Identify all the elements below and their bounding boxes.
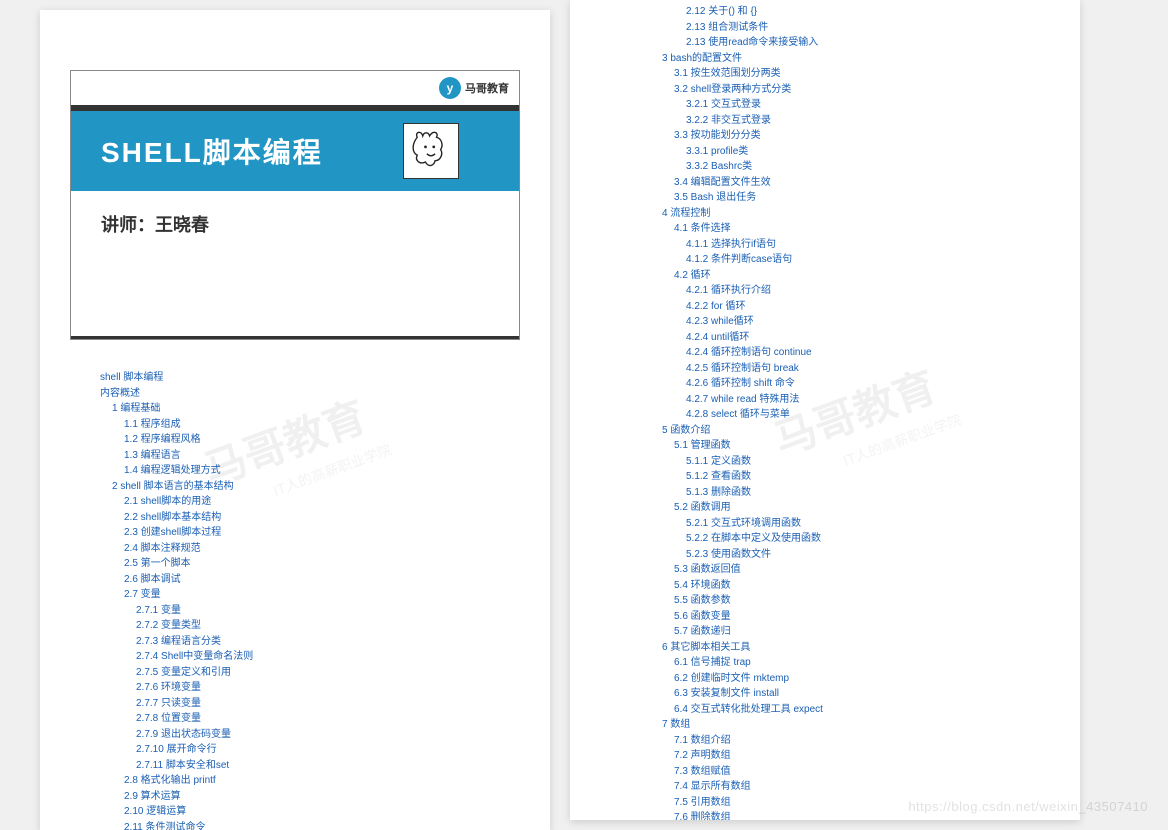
toc-link[interactable]: 7.1 数组介绍 <box>674 733 1040 749</box>
toc-link[interactable]: 5.3 函数返回值 <box>674 562 1040 578</box>
toc-link[interactable]: 2.13 组合测试条件 <box>686 20 1040 36</box>
toc-link[interactable]: 4.2.5 循环控制语句 break <box>686 361 1040 377</box>
document-container: y 马哥教育 SHELL脚本编程 讲师：王晓春 马哥教育 IT人的 <box>0 0 1168 830</box>
toc-link[interactable]: 1.2 程序编程风格 <box>124 432 510 448</box>
toc-link[interactable]: 1.4 编程逻辑处理方式 <box>124 463 510 479</box>
toc-link[interactable]: 4.2.1 循环执行介绍 <box>686 283 1040 299</box>
toc-link[interactable]: 2.7.6 环境变量 <box>136 680 510 696</box>
toc-link[interactable]: 内容概述 <box>100 386 510 402</box>
toc-left: shell 脚本编程内容概述1 编程基础1.1 程序组成1.2 程序编程风格1.… <box>40 360 550 830</box>
slide-footer-line <box>71 336 519 339</box>
instructor-label: 讲师：王晓春 <box>71 191 519 257</box>
toc-link[interactable]: 6.4 交互式转化批处理工具 expect <box>674 702 1040 718</box>
toc-link[interactable]: 5 函数介绍 <box>662 423 1040 439</box>
toc-link[interactable]: 2.7.5 变量定义和引用 <box>136 665 510 681</box>
toc-link[interactable]: 3.3 按功能划分分类 <box>674 128 1040 144</box>
toc-link[interactable]: 1 编程基础 <box>112 401 510 417</box>
toc-link[interactable]: 4.1.2 条件判断case语句 <box>686 252 1040 268</box>
page-left: y 马哥教育 SHELL脚本编程 讲师：王晓春 马哥教育 IT人的 <box>40 10 550 830</box>
toc-link[interactable]: 1.1 程序组成 <box>124 417 510 433</box>
slide-title-band: SHELL脚本编程 <box>71 111 519 191</box>
toc-link[interactable]: 3.5 Bash 退出任务 <box>674 190 1040 206</box>
toc-link[interactable]: 3.3.1 profile类 <box>686 144 1040 160</box>
toc-link[interactable]: 5.4 环境函数 <box>674 578 1040 594</box>
toc-link[interactable]: 2.7.8 位置变量 <box>136 711 510 727</box>
toc-link[interactable]: 6 其它脚本相关工具 <box>662 640 1040 656</box>
toc-link[interactable]: 2.10 逻辑运算 <box>124 804 510 820</box>
logo-text: 马哥教育 <box>465 80 509 96</box>
slide-topbar: y 马哥教育 <box>71 71 519 111</box>
toc-link[interactable]: 6.2 创建临时文件 mktemp <box>674 671 1040 687</box>
toc-link[interactable]: 4.2.6 循环控制 shift 命令 <box>686 376 1040 392</box>
toc-link[interactable]: 3 bash的配置文件 <box>662 51 1040 67</box>
toc-link[interactable]: 2.13 使用read命令来接受输入 <box>686 35 1040 51</box>
toc-right: 2.12 关于() 和 {}2.13 组合测试条件2.13 使用read命令来接… <box>570 0 1080 820</box>
toc-link[interactable]: 7.2 声明数组 <box>674 748 1040 764</box>
toc-link[interactable]: 2.7.7 只读变量 <box>136 696 510 712</box>
toc-link[interactable]: 2.7.11 脚本安全和set <box>136 758 510 774</box>
toc-link[interactable]: 7 数组 <box>662 717 1040 733</box>
toc-link[interactable]: 5.7 函数递归 <box>674 624 1040 640</box>
toc-link[interactable]: 2.7.1 变量 <box>136 603 510 619</box>
toc-link[interactable]: 3.2.1 交互式登录 <box>686 97 1040 113</box>
toc-link[interactable]: 2.6 脚本调试 <box>124 572 510 588</box>
toc-link[interactable]: 7.3 数组赋值 <box>674 764 1040 780</box>
toc-link[interactable]: 4.2.3 while循环 <box>686 314 1040 330</box>
toc-link[interactable]: 4 流程控制 <box>662 206 1040 222</box>
slide-title: SHELL脚本编程 <box>101 131 323 171</box>
toc-link[interactable]: 3.2.2 非交互式登录 <box>686 113 1040 129</box>
slide-header-card: y 马哥教育 SHELL脚本编程 讲师：王晓春 <box>70 70 520 340</box>
toc-link[interactable]: 2.1 shell脚本的用途 <box>124 494 510 510</box>
toc-link[interactable]: 5.5 函数参数 <box>674 593 1040 609</box>
toc-link[interactable]: 5.2.1 交互式环境调用函数 <box>686 516 1040 532</box>
toc-link[interactable]: 5.2.3 使用函数文件 <box>686 547 1040 563</box>
toc-link[interactable]: 5.2 函数调用 <box>674 500 1040 516</box>
toc-link[interactable]: 3.3.2 Bashrc类 <box>686 159 1040 175</box>
toc-link[interactable]: 2.7.10 展开命令行 <box>136 742 510 758</box>
toc-link[interactable]: 2.12 关于() 和 {} <box>686 4 1040 20</box>
toc-link[interactable]: 3.4 编辑配置文件生效 <box>674 175 1040 191</box>
toc-link[interactable]: 2.8 格式化输出 printf <box>124 773 510 789</box>
toc-link[interactable]: 1.3 编程语言 <box>124 448 510 464</box>
toc-link[interactable]: 2.7.2 变量类型 <box>136 618 510 634</box>
toc-link[interactable]: 5.1.2 查看函数 <box>686 469 1040 485</box>
gnu-icon <box>403 123 459 179</box>
toc-link[interactable]: 4.2.2 for 循环 <box>686 299 1040 315</box>
toc-link[interactable]: 4.2 循环 <box>674 268 1040 284</box>
toc-link[interactable]: 3.2 shell登录两种方式分类 <box>674 82 1040 98</box>
toc-link[interactable]: 4.2.4 until循环 <box>686 330 1040 346</box>
toc-link[interactable]: 2.5 第一个脚本 <box>124 556 510 572</box>
toc-link[interactable]: 5.1.3 删除函数 <box>686 485 1040 501</box>
logo-icon: y <box>439 77 461 99</box>
toc-link[interactable]: 4.1.1 选择执行if语句 <box>686 237 1040 253</box>
footer-watermark: https://blog.csdn.net/weixin_43507410 <box>908 799 1148 814</box>
toc-link[interactable]: 2.3 创建shell脚本过程 <box>124 525 510 541</box>
toc-link[interactable]: 5.2.2 在脚本中定义及使用函数 <box>686 531 1040 547</box>
toc-link[interactable]: 2.7.4 Shell中变量命名法则 <box>136 649 510 665</box>
toc-link[interactable]: 2.7 变量 <box>124 587 510 603</box>
toc-link[interactable]: 2.7.3 编程语言分类 <box>136 634 510 650</box>
toc-link[interactable]: 4.2.7 while read 特殊用法 <box>686 392 1040 408</box>
toc-link[interactable]: 2.9 算术运算 <box>124 789 510 805</box>
toc-link[interactable]: 2.11 条件测试命令 <box>124 820 510 830</box>
toc-link[interactable]: shell 脚本编程 <box>100 370 510 386</box>
toc-link[interactable]: 6.1 信号捕捉 trap <box>674 655 1040 671</box>
toc-link[interactable]: 4.1 条件选择 <box>674 221 1040 237</box>
toc-link[interactable]: 5.1.1 定义函数 <box>686 454 1040 470</box>
toc-link[interactable]: 4.2.8 select 循环与菜单 <box>686 407 1040 423</box>
toc-link[interactable]: 2.7.9 退出状态码变量 <box>136 727 510 743</box>
toc-link[interactable]: 3.1 按生效范围划分两类 <box>674 66 1040 82</box>
logo: y 马哥教育 <box>439 77 509 99</box>
toc-link[interactable]: 6.3 安装复制文件 install <box>674 686 1040 702</box>
toc-link[interactable]: 2.4 脚本注释规范 <box>124 541 510 557</box>
toc-link[interactable]: 7.4 显示所有数组 <box>674 779 1040 795</box>
page-right: 马哥教育 IT人的高薪职业学院 2.12 关于() 和 {}2.13 组合测试条… <box>570 0 1080 820</box>
toc-link[interactable]: 5.1 管理函数 <box>674 438 1040 454</box>
toc-link[interactable]: 2 shell 脚本语言的基本结构 <box>112 479 510 495</box>
toc-link[interactable]: 4.2.4 循环控制语句 continue <box>686 345 1040 361</box>
toc-link[interactable]: 5.6 函数变量 <box>674 609 1040 625</box>
toc-link[interactable]: 2.2 shell脚本基本结构 <box>124 510 510 526</box>
